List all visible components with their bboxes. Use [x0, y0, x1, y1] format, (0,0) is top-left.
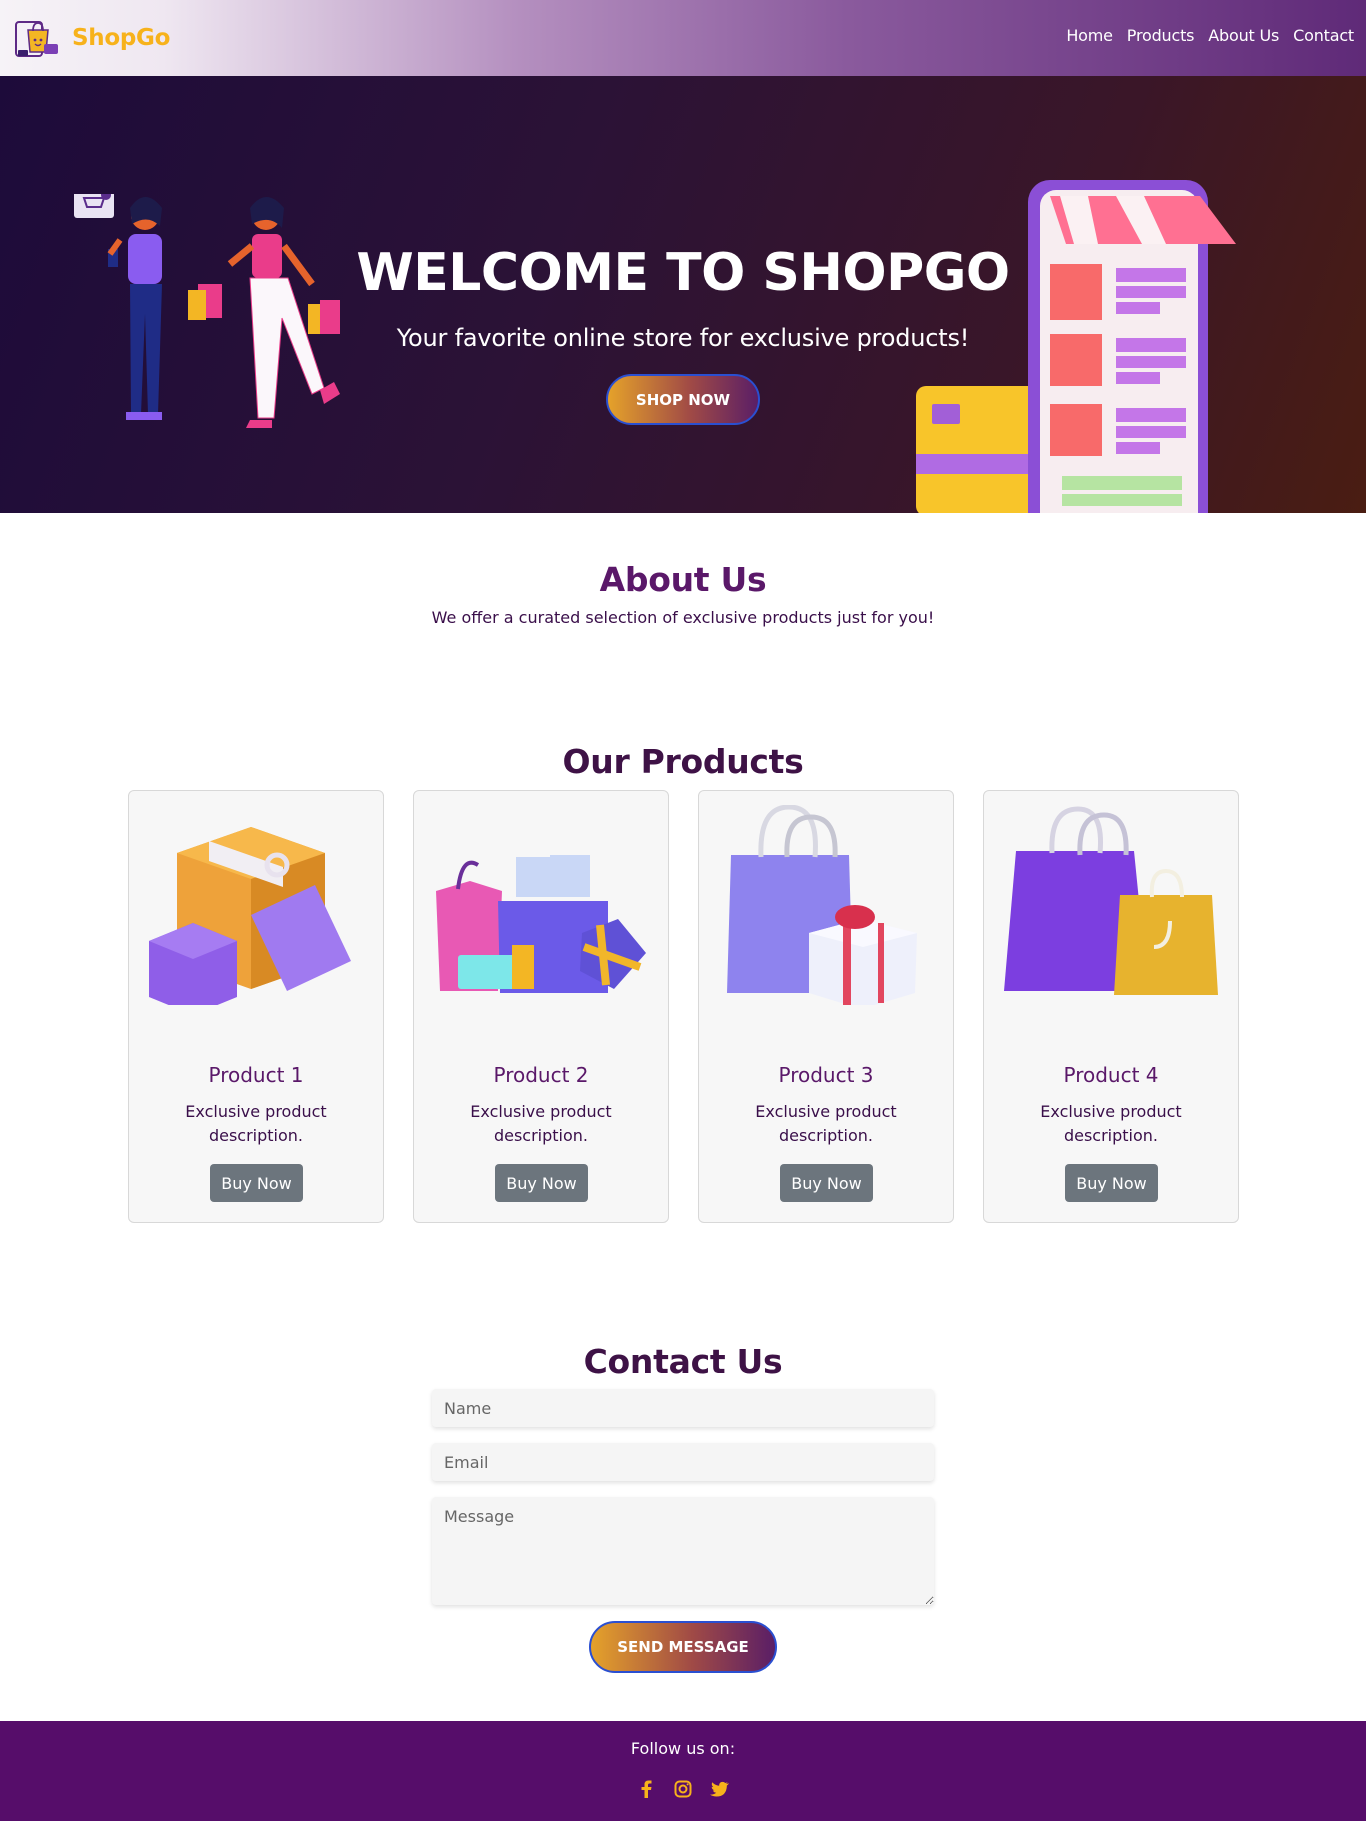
instagram-icon[interactable] [673, 1779, 693, 1799]
product-description: Exclusive product description. [185, 1102, 327, 1145]
product-description: Exclusive product description. [1040, 1102, 1182, 1145]
contact-title: Contact Us [583, 1342, 783, 1381]
phone-storefront-illustration-icon [916, 180, 1236, 513]
follow-us-label: Follow us on: [630, 1739, 736, 1758]
send-message-button[interactable]: SEND MESSAGE [589, 1621, 777, 1673]
product-card: Product 2 Exclusive product description.… [413, 790, 669, 1223]
brand-name: ShopGo [72, 25, 171, 51]
products-title: Our Products [562, 742, 804, 781]
email-field[interactable] [432, 1443, 934, 1481]
buy-now-button[interactable]: Buy Now [210, 1164, 303, 1202]
name-field[interactable] [432, 1389, 934, 1427]
facebook-icon[interactable] [637, 1779, 657, 1799]
buy-now-button[interactable]: Buy Now [1065, 1164, 1158, 1202]
shop-now-button[interactable]: SHOP NOW [606, 374, 760, 425]
product-name: Product 2 [493, 1063, 589, 1087]
bags-cards-gifts-icon [436, 855, 646, 993]
bag-and-gift-icon [727, 805, 917, 1005]
hero-section: WELCOME TO SHOPGO Your favorite online s… [0, 76, 1366, 513]
product-card: Product 1 Exclusive product description.… [128, 790, 384, 1223]
footer: Follow us on: [0, 1721, 1366, 1821]
about-text: We offer a curated selection of exclusiv… [431, 608, 935, 627]
nav-products-link[interactable]: Products [1127, 26, 1195, 45]
nav-home-link[interactable]: Home [1066, 26, 1113, 45]
nav-contact-link[interactable]: Contact [1293, 26, 1354, 45]
product-card: Product 3 Exclusive product description.… [698, 790, 954, 1223]
navbar: ShopGo Home Products About Us Contact [0, 0, 1366, 76]
boxes-with-tag-icon [149, 827, 351, 1005]
product-name: Product 4 [1063, 1063, 1159, 1087]
social-links [0, 1779, 1366, 1799]
product-name: Product 1 [208, 1063, 304, 1087]
about-title: About Us [599, 560, 767, 599]
product-name: Product 3 [778, 1063, 874, 1087]
nav-about-link[interactable]: About Us [1208, 26, 1279, 45]
message-field[interactable] [432, 1497, 934, 1605]
buy-now-button[interactable]: Buy Now [780, 1164, 873, 1202]
product-description: Exclusive product description. [470, 1102, 612, 1145]
shopgo-logo-icon [15, 21, 58, 57]
product-card: Product 4 Exclusive product description.… [983, 790, 1239, 1223]
buy-now-button[interactable]: Buy Now [495, 1164, 588, 1202]
nav-links: Home Products About Us Contact [1052, 26, 1354, 45]
brand[interactable]: ShopGo [14, 16, 170, 60]
twitter-icon[interactable] [709, 1779, 729, 1799]
shopping-bags-icon [1004, 806, 1218, 995]
product-description: Exclusive product description. [755, 1102, 897, 1145]
